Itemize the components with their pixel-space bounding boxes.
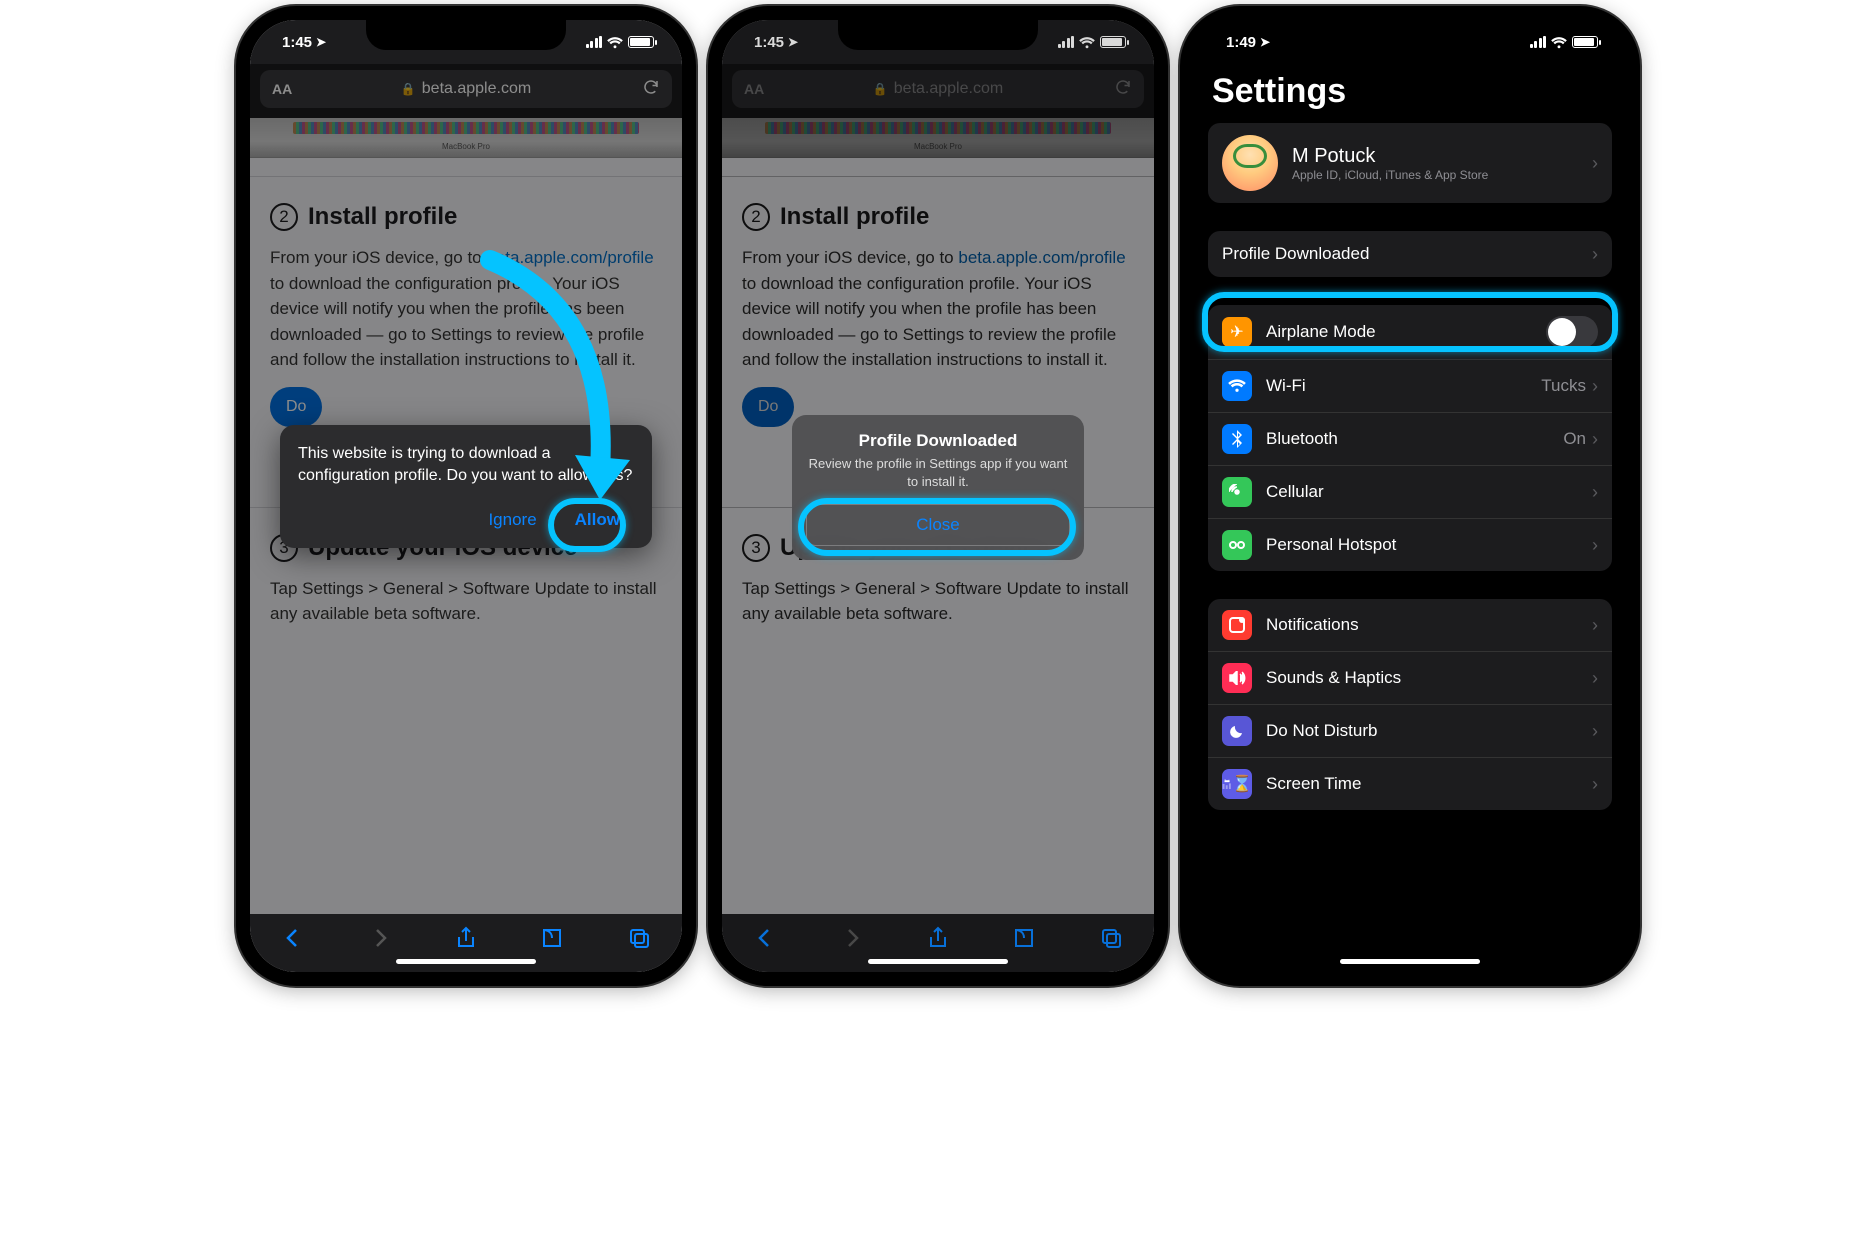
battery-icon — [1100, 36, 1126, 48]
apple-id-cell[interactable]: M Potuck Apple ID, iCloud, iTunes & App … — [1208, 123, 1612, 203]
screen-2: 1:45 ➤ AA 🔒 beta.apple.com — [722, 20, 1154, 972]
profile-name: M Potuck — [1292, 145, 1592, 168]
home-indicator[interactable] — [396, 959, 536, 964]
notch — [366, 20, 566, 50]
back-button[interactable] — [281, 926, 305, 955]
chevron-right-icon: › — [1592, 535, 1598, 556]
signal-icon — [1530, 36, 1547, 48]
popup-text: Review the profile in Settings app if yo… — [806, 455, 1070, 490]
hotspot-cell[interactable]: Personal Hotspot › — [1208, 518, 1612, 571]
profile-downloaded-highlight — [1202, 292, 1618, 352]
wifi-value: Tucks — [1541, 376, 1586, 396]
popup-text: This website is trying to download a con… — [298, 443, 634, 488]
screen-3-settings: 1:49 ➤ Settings M Potuck Apple ID, iClou… — [1194, 20, 1626, 972]
location-icon: ➤ — [1260, 35, 1270, 49]
phone-3: 1:49 ➤ Settings M Potuck Apple ID, iClou… — [1180, 6, 1640, 986]
share-button[interactable] — [454, 926, 478, 955]
notch — [1310, 20, 1510, 50]
chevron-right-icon: › — [1592, 429, 1598, 450]
cellular-icon — [1222, 477, 1252, 507]
ignore-button[interactable]: Ignore — [474, 502, 550, 538]
sounds-icon — [1222, 663, 1252, 693]
screentime-cell[interactable]: ⌛ Screen Time › — [1208, 757, 1612, 810]
profile-downloaded-group: Profile Downloaded › — [1208, 231, 1612, 277]
chevron-right-icon: › — [1592, 376, 1598, 397]
notch — [838, 20, 1038, 50]
profile-group: M Potuck Apple ID, iCloud, iTunes & App … — [1208, 123, 1612, 203]
chevron-right-icon: › — [1592, 153, 1598, 174]
screentime-icon: ⌛ — [1222, 769, 1252, 799]
wifi-icon — [1079, 36, 1095, 48]
chevron-right-icon: › — [1592, 668, 1598, 689]
phone-2: 1:45 ➤ AA 🔒 beta.apple.com — [708, 6, 1168, 986]
phone-1: 1:45 ➤ AA 🔒 beta.apple.com — [236, 6, 696, 986]
chevron-right-icon: › — [1592, 244, 1598, 265]
battery-icon — [628, 36, 654, 48]
share-button[interactable] — [926, 926, 950, 955]
popup-title: Profile Downloaded — [806, 431, 1070, 451]
bookmarks-button[interactable] — [540, 926, 564, 955]
status-time: 1:45 — [282, 34, 312, 51]
system-group: Notifications › Sounds & Haptics › Do No… — [1208, 599, 1612, 810]
bluetooth-cell[interactable]: Bluetooth On › — [1208, 412, 1612, 465]
settings-title: Settings — [1194, 64, 1626, 123]
status-time: 1:45 — [754, 34, 784, 51]
battery-icon — [1572, 36, 1598, 48]
notifications-icon — [1222, 610, 1252, 640]
forward-button[interactable] — [840, 926, 864, 955]
dnd-icon — [1222, 716, 1252, 746]
home-indicator[interactable] — [1340, 959, 1480, 964]
forward-button[interactable] — [368, 926, 392, 955]
bluetooth-value: On — [1563, 429, 1586, 449]
screen-1: 1:45 ➤ AA 🔒 beta.apple.com — [250, 20, 682, 972]
notifications-cell[interactable]: Notifications › — [1208, 599, 1612, 651]
cellular-cell[interactable]: Cellular › — [1208, 465, 1612, 518]
home-indicator[interactable] — [868, 959, 1008, 964]
tabs-button[interactable] — [1099, 926, 1123, 955]
chevron-right-icon: › — [1592, 615, 1598, 636]
allow-highlight — [548, 498, 626, 552]
chevron-right-icon: › — [1592, 721, 1598, 742]
dnd-cell[interactable]: Do Not Disturb › — [1208, 704, 1612, 757]
avatar — [1222, 135, 1278, 191]
wifi-cell[interactable]: Wi-Fi Tucks › — [1208, 359, 1612, 412]
location-icon: ➤ — [316, 35, 326, 49]
wifi-settings-icon — [1222, 371, 1252, 401]
chevron-right-icon: › — [1592, 774, 1598, 795]
bookmarks-button[interactable] — [1012, 926, 1036, 955]
status-time: 1:49 — [1226, 34, 1256, 51]
sounds-cell[interactable]: Sounds & Haptics › — [1208, 651, 1612, 704]
wifi-icon — [1551, 36, 1567, 48]
profile-subtitle: Apple ID, iCloud, iTunes & App Store — [1292, 168, 1592, 182]
tabs-button[interactable] — [627, 926, 651, 955]
signal-icon — [1058, 36, 1075, 48]
back-button[interactable] — [753, 926, 777, 955]
hotspot-icon — [1222, 530, 1252, 560]
signal-icon — [586, 36, 603, 48]
location-icon: ➤ — [788, 35, 798, 49]
close-highlight — [798, 498, 1076, 556]
profile-downloaded-cell[interactable]: Profile Downloaded › — [1208, 231, 1612, 277]
chevron-right-icon: › — [1592, 482, 1598, 503]
wifi-icon — [607, 36, 623, 48]
bluetooth-icon — [1222, 424, 1252, 454]
